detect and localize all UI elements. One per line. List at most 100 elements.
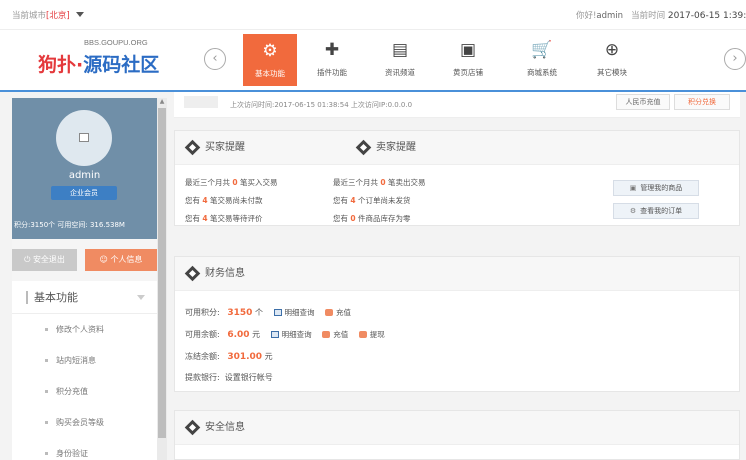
balance-recharge-link[interactable]: 充值 <box>322 330 348 339</box>
manage-goods-label: 管理我的商品 <box>640 184 683 192</box>
nav-item-other[interactable]: ⊕ 其它模块 <box>586 30 638 90</box>
user-icon: ☺ <box>99 255 111 264</box>
sidebar-menu: 基本功能 修改个人资料 站内短消息 积分充值 购买会员等级 身份验证 <box>12 281 157 460</box>
remind-panel: 买家提醒 卖家提醒 最近三个月共 0 笔买入交易 您有 4 笔交易尚未付款 您有… <box>174 130 740 226</box>
frozen-row: 冻结余额: 301.00 元 <box>185 351 273 362</box>
chevron-down-icon <box>137 295 145 300</box>
time-label: 当前时间 <box>631 11 666 21</box>
current-time: 2017-06-15 1:39:4 <box>667 11 746 21</box>
frozen-unit: 元 <box>264 352 273 361</box>
nav-item-news[interactable]: ▤ 资讯频道 <box>374 30 426 90</box>
buyer-row: 您有 4 笔交易尚未付款 <box>185 195 263 206</box>
sidebar-item-points-recharge[interactable]: 积分充值 <box>12 376 157 407</box>
bank-row: 提款银行: 设置银行帐号 <box>185 372 273 383</box>
balance-detail-link[interactable]: 明细查询 <box>270 330 312 339</box>
row-suffix: 笔买入交易 <box>240 178 278 187</box>
remind-panel-header: 买家提醒 卖家提醒 <box>175 131 739 165</box>
nav-item-label: 黄页店铺 <box>453 68 483 77</box>
detail-label: 明细查询 <box>281 330 312 339</box>
menu-group-basic[interactable]: 基本功能 <box>12 281 157 314</box>
row-count[interactable]: 4 <box>350 196 355 205</box>
diamond-icon <box>184 419 201 436</box>
personal-info-button[interactable]: ☺ 个人信息 <box>85 249 157 271</box>
row-count[interactable]: 0 <box>380 178 385 187</box>
points-detail-link[interactable]: 明细查询 <box>273 308 315 317</box>
nav-item-mall[interactable]: 🛒 商城系统 <box>516 30 568 90</box>
nav-item-label: 其它模块 <box>597 68 627 77</box>
scrollbar-thumb[interactable] <box>158 108 166 438</box>
box-icon: ▣ <box>629 184 637 192</box>
greeting: 你好! <box>575 11 597 21</box>
balance-row: 可用余额: 6.00 元 明细查询 充值 提现 <box>185 329 385 340</box>
sidebar-item-identity[interactable]: 身份验证 <box>12 438 157 460</box>
diamond-icon <box>184 139 201 156</box>
image-placeholder-icon <box>79 133 89 142</box>
puzzle-icon: ✚ <box>324 40 340 60</box>
logo-name-blue: 源码社区 <box>83 54 160 76</box>
withdraw-link[interactable]: 提现 <box>358 330 385 339</box>
row-count[interactable]: 4 <box>202 214 207 223</box>
cart-icon: 🛒 <box>531 40 553 60</box>
points-unit: 个 <box>254 308 263 317</box>
row-suffix: 笔交易尚未付款 <box>210 196 263 205</box>
buyer-remind-title: 买家提醒 <box>205 142 245 153</box>
view-orders-button[interactable]: ⚙ 查看我的订单 <box>613 203 699 219</box>
frozen-label: 冻结余额: <box>185 352 220 361</box>
scroll-up-icon[interactable]: ▲ <box>158 98 166 106</box>
points-row: 可用积分: 3150 个 明细查询 充值 <box>185 307 351 318</box>
row-suffix: 个订单尚未发货 <box>358 196 411 205</box>
profile-actions: ⏻ 安全退出 ☺ 个人信息 <box>12 249 157 273</box>
account-strip: 上次访问时间:2017-06-15 01:38:54 上次访问IP:0.0.0.… <box>174 92 740 118</box>
row-prefix: 最近三个月共 <box>185 178 230 187</box>
row-prefix: 最近三个月共 <box>333 178 378 187</box>
sidebar-item-messages[interactable]: 站内短消息 <box>12 345 157 376</box>
top-user-info: 你好!admin 当前时间 2017-06-15 1:39:4 <box>576 9 746 21</box>
chevron-left-icon[interactable]: ‹ <box>204 48 226 70</box>
coin-icon <box>325 309 334 316</box>
manage-goods-button[interactable]: ▣ 管理我的商品 <box>613 180 699 196</box>
sidebar-scrollbar[interactable]: ▲ <box>157 98 167 460</box>
sidebar-item-edit-profile[interactable]: 修改个人资料 <box>12 314 157 345</box>
detail-label: 明细查询 <box>284 308 315 317</box>
row-prefix: 您有 <box>333 214 348 223</box>
set-bank-account-link[interactable]: 设置银行帐号 <box>225 373 273 382</box>
finance-title: 财务信息 <box>205 268 245 279</box>
logout-label: 安全退出 <box>32 255 65 264</box>
buyer-row: 您有 4 笔交易等待评价 <box>185 213 263 224</box>
list-icon <box>270 331 279 338</box>
row-count[interactable]: 0 <box>350 214 355 223</box>
power-icon: ⏻ <box>24 255 33 264</box>
security-panel-header: 安全信息 <box>175 411 739 445</box>
row-count[interactable]: 4 <box>202 196 207 205</box>
diamond-icon <box>355 139 372 156</box>
avatar[interactable] <box>56 110 112 166</box>
logo-name: 狗扑·源码社区 <box>38 50 159 77</box>
row-suffix: 件商品库存为零 <box>358 214 411 223</box>
points-label: 可用积分: <box>185 308 220 317</box>
points-exchange-button[interactable]: 积分兑换 <box>674 94 730 110</box>
nav-item-basic[interactable]: ⚙ 基本功能 <box>243 34 297 86</box>
main-content: 上次访问时间:2017-06-15 01:38:54 上次访问IP:0.0.0.… <box>174 92 740 460</box>
sidebar-item-buy-membership[interactable]: 购买会员等级 <box>12 407 157 438</box>
city-dropdown-caret-icon[interactable] <box>75 12 84 17</box>
sidebar-item-label: 修改个人资料 <box>56 325 104 334</box>
row-count[interactable]: 0 <box>232 178 237 187</box>
logout-button[interactable]: ⏻ 安全退出 <box>12 249 77 271</box>
profile-username: admin <box>68 170 101 181</box>
seller-row: 最近三个月共 0 笔卖出交易 <box>333 177 426 188</box>
coin-icon <box>322 331 331 338</box>
site-logo[interactable]: BBS.GOUPU.ORG 狗扑·源码社区 <box>38 38 159 84</box>
chevron-right-icon[interactable]: › <box>724 48 746 70</box>
rmb-recharge-button[interactable]: 人民币充值 <box>616 94 670 110</box>
city-label: 当前城市[北京] <box>12 9 70 21</box>
store-icon: ▣ <box>459 40 477 60</box>
top-username[interactable]: admin <box>596 11 623 21</box>
city-value[interactable]: [北京] <box>46 11 70 21</box>
nav-item-plugins[interactable]: ✚ 插件功能 <box>306 30 358 90</box>
nav-item-yellowpages[interactable]: ▣ 黄页店铺 <box>442 30 494 90</box>
points-recharge-link[interactable]: 充值 <box>325 308 351 317</box>
sidebar-item-label: 购买会员等级 <box>56 418 104 427</box>
header: BBS.GOUPU.ORG 狗扑·源码社区 ‹ ⚙ 基本功能 ✚ 插件功能 ▤ … <box>0 30 746 92</box>
logo-url: BBS.GOUPU.ORG <box>84 38 148 47</box>
balance-unit: 元 <box>252 330 261 339</box>
